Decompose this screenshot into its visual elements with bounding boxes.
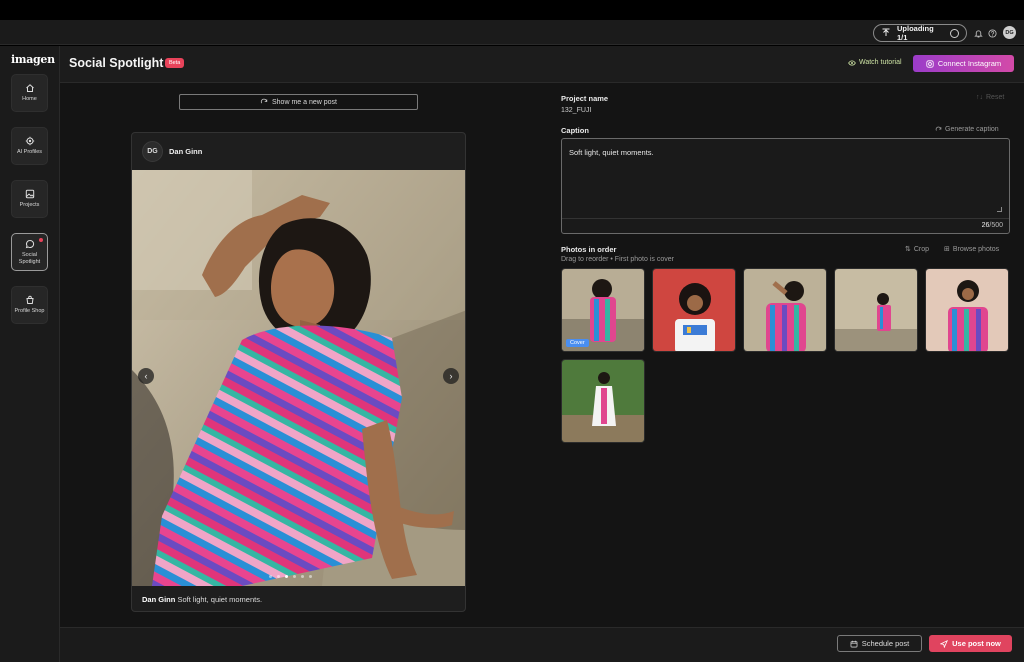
- carousel-dot[interactable]: [285, 575, 288, 578]
- caption-textarea[interactable]: Soft light, quiet moments. 26/500: [561, 138, 1010, 234]
- sidebar-item-social-spotlight[interactable]: Social Spotlight: [11, 233, 48, 271]
- connect-instagram-label: Connect Instagram: [937, 59, 1002, 68]
- home-icon: [25, 83, 35, 93]
- reset-label: Reset: [986, 94, 1005, 101]
- notification-dot: [39, 238, 43, 242]
- use-post-now-label: Use post now: [952, 639, 1001, 648]
- loading-spinner-icon: [950, 28, 959, 38]
- carousel-prev-button[interactable]: ‹: [138, 368, 154, 384]
- post-caption: Dan Ginn Soft light, quiet moments.: [142, 595, 262, 604]
- os-top-strip: [0, 0, 1024, 20]
- crop-button[interactable]: ⇅ Crop: [905, 245, 930, 254]
- post-photo: [132, 170, 465, 586]
- carousel-dot[interactable]: [309, 575, 312, 578]
- carousel-dot[interactable]: [301, 575, 304, 578]
- sidebar-item-label: AI Profiles: [16, 149, 43, 156]
- caption-text: Soft light, quiet moments.: [569, 148, 654, 157]
- chevron-left-icon: ‹: [144, 371, 148, 381]
- sidebar-item-profile-shop[interactable]: Profile Shop: [11, 286, 48, 324]
- post-username: Dan Ginn: [169, 147, 203, 156]
- browse-photos-label: Browse photos: [952, 245, 1000, 253]
- resize-handle-icon[interactable]: [997, 207, 1002, 212]
- eye-icon: [848, 59, 856, 66]
- show-new-post-label: Show me a new post: [272, 98, 337, 106]
- reset-button[interactable]: ↑↓ Reset: [976, 94, 1004, 101]
- caption-divider: [562, 218, 1009, 219]
- help-icon[interactable]: [987, 28, 997, 38]
- browse-photos-button[interactable]: ⊞ Browse photos: [944, 245, 1000, 254]
- photo-thumbnail[interactable]: [561, 359, 645, 443]
- send-icon: [940, 639, 949, 648]
- app-top-bar: Uploading 1/1 DG: [0, 20, 1024, 45]
- sidebar-item-label: Projects: [19, 202, 40, 209]
- char-count-max: /500: [989, 222, 1003, 229]
- reset-icon: ↑↓: [976, 94, 983, 101]
- bell-icon[interactable]: [973, 28, 983, 38]
- cover-badge: Cover: [566, 339, 589, 347]
- watch-tutorial-label: Watch tutorial: [859, 59, 902, 66]
- sidebar-item-projects[interactable]: Projects: [11, 180, 48, 218]
- project-name-label: Project name: [561, 94, 609, 103]
- schedule-post-button[interactable]: Schedule post: [837, 635, 922, 652]
- carousel-indicator: [269, 575, 312, 578]
- page-header: Social Spotlight Beta Watch tutorial Con…: [60, 46, 1024, 83]
- photo-thumbnail[interactable]: [652, 268, 736, 352]
- calendar-icon: [850, 640, 858, 648]
- caption-char-count: 26/500: [982, 222, 1003, 229]
- photo-thumbnail[interactable]: [925, 268, 1009, 352]
- user-avatar[interactable]: DG: [1003, 26, 1016, 39]
- beta-badge: Beta: [165, 58, 185, 68]
- upload-icon: [881, 28, 891, 38]
- post-caption-text: Soft light, quiet moments.: [177, 595, 263, 604]
- photos-hint: Drag to reorder • First photo is cover: [561, 256, 674, 263]
- crop-label: Crop: [913, 245, 930, 253]
- photo-thumbnail[interactable]: [834, 268, 918, 352]
- caption-label: Caption: [561, 126, 589, 135]
- instagram-icon: [926, 59, 934, 68]
- sidebar-item-label: Social Spotlight: [18, 252, 41, 265]
- use-post-now-button[interactable]: Use post now: [929, 635, 1012, 652]
- ai-chip-icon: [25, 136, 35, 146]
- crop-icon: ⇅: [905, 246, 911, 253]
- upload-status-text: Uploading 1/1: [897, 24, 934, 42]
- carousel-dot[interactable]: [277, 575, 280, 578]
- sidebar-item-ai-profiles[interactable]: AI Profiles: [11, 127, 48, 165]
- app-logo[interactable]: imagen: [11, 53, 55, 66]
- project-name-value[interactable]: 132_FUJI: [561, 107, 591, 114]
- watch-tutorial-link[interactable]: Watch tutorial: [848, 59, 902, 66]
- sidebar-item-label: Profile Shop: [14, 308, 45, 315]
- sidebar-item-label: Home: [22, 96, 37, 103]
- post-avatar: DG: [142, 141, 163, 162]
- connect-instagram-button[interactable]: Connect Instagram: [913, 55, 1014, 72]
- chat-bubble-icon: [25, 239, 35, 249]
- grid-icon: ⊞: [944, 246, 950, 253]
- shop-icon: [25, 295, 35, 305]
- photos-label: Photos in order: [561, 245, 617, 254]
- generate-caption-label: Generate caption: [945, 126, 999, 133]
- generate-caption-button[interactable]: Generate caption: [935, 126, 999, 133]
- upload-status-pill[interactable]: Uploading 1/1: [873, 24, 967, 42]
- show-new-post-button[interactable]: Show me a new post: [179, 94, 418, 110]
- refresh-icon: [260, 98, 268, 106]
- post-preview-card: DG Dan Ginn ‹ › Dan Ginn Soft light, qui…: [131, 132, 466, 612]
- schedule-post-label: Schedule post: [861, 639, 910, 648]
- photo-thumbnail[interactable]: [743, 268, 827, 352]
- sidebar: imagen Home AI Profiles Projects Social …: [0, 46, 60, 662]
- post-caption-username: Dan Ginn: [142, 595, 176, 604]
- refresh-icon: [935, 126, 942, 133]
- sidebar-item-home[interactable]: Home: [11, 74, 48, 112]
- carousel-dot[interactable]: [269, 575, 272, 578]
- photo-thumbnail[interactable]: Cover: [561, 268, 645, 352]
- chevron-right-icon: ›: [449, 371, 453, 381]
- image-icon: [25, 189, 35, 199]
- carousel-next-button[interactable]: ›: [443, 368, 459, 384]
- carousel-dot[interactable]: [293, 575, 296, 578]
- page-title: Social Spotlight: [69, 56, 164, 70]
